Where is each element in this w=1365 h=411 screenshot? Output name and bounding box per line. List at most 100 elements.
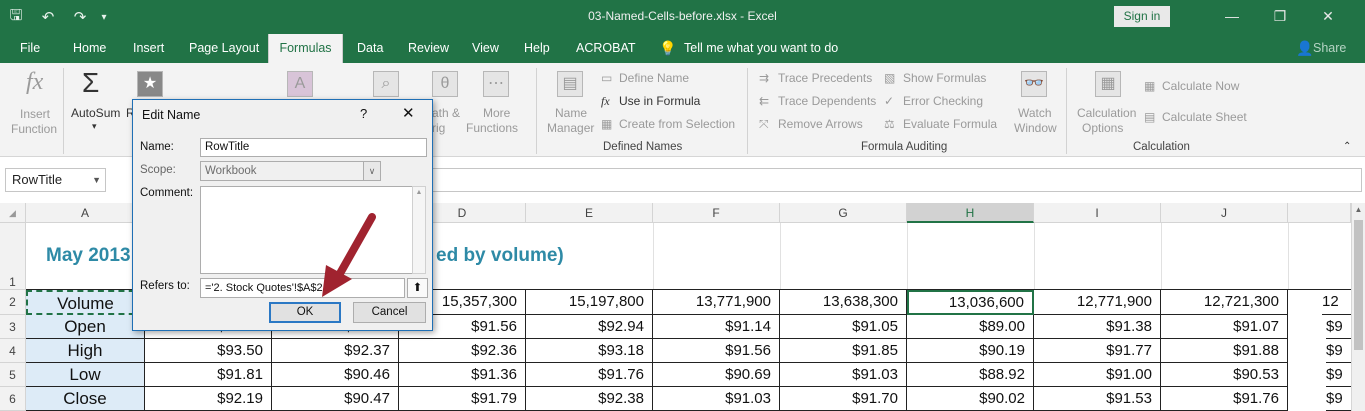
row-header-4[interactable]: 4	[0, 339, 26, 363]
cell-j4[interactable]: $91.88	[1161, 339, 1288, 363]
cell-d5[interactable]: $91.36	[399, 363, 526, 387]
trace-precedents-button[interactable]: Trace Precedents	[778, 71, 872, 85]
column-header-h[interactable]: H	[907, 203, 1034, 223]
cell-g2[interactable]: 13,638,300	[780, 290, 907, 315]
trace-dependents-button[interactable]: Trace Dependents	[778, 94, 876, 108]
dialog-help-button[interactable]: ?	[360, 106, 367, 121]
remove-arrows-icon[interactable]: ⤧	[759, 117, 769, 132]
calculation-options-label-1[interactable]: Calculation	[1077, 106, 1136, 120]
cell-b6[interactable]: $92.19	[145, 387, 272, 411]
cell-j3[interactable]: $91.07	[1161, 315, 1288, 339]
formula-input[interactable]	[432, 168, 1362, 192]
cell-h3[interactable]: $89.00	[907, 315, 1034, 339]
share-button[interactable]: Share	[1313, 34, 1346, 63]
select-all-corner[interactable]: ◢	[0, 203, 26, 223]
cell-j6[interactable]: $91.76	[1161, 387, 1288, 411]
cell-h5[interactable]: $88.92	[907, 363, 1034, 387]
cell-f6[interactable]: $91.03	[653, 387, 780, 411]
cell-b4[interactable]: $93.50	[145, 339, 272, 363]
cell-i3[interactable]: $91.38	[1034, 315, 1161, 339]
scope-select[interactable]: Workbook ∨	[200, 161, 381, 181]
cell-e5[interactable]: $91.76	[526, 363, 653, 387]
cell-f4[interactable]: $91.56	[653, 339, 780, 363]
row-header-3[interactable]: 3	[0, 315, 26, 339]
trace-precedents-icon[interactable]: ⇉	[759, 71, 769, 85]
tab-file[interactable]: File	[20, 34, 40, 63]
cell-i4[interactable]: $91.77	[1034, 339, 1161, 363]
minimize-icon[interactable]: —	[1208, 0, 1256, 34]
column-header-a[interactable]: A	[26, 203, 145, 223]
watch-window-label-1[interactable]: Watch	[1018, 106, 1052, 120]
row-header-6[interactable]: 6	[0, 387, 26, 411]
show-formulas-icon[interactable]: ▧	[884, 71, 895, 85]
sign-in-button[interactable]: Sign in	[1114, 6, 1170, 27]
cell-i2[interactable]: 12,771,900	[1034, 290, 1161, 315]
cell-d4[interactable]: $92.36	[399, 339, 526, 363]
calculate-now-icon[interactable]: ▦	[1144, 79, 1155, 93]
evaluate-formula-icon[interactable]: ⚖	[884, 117, 895, 131]
use-in-formula-button[interactable]: Use in Formula	[619, 94, 700, 108]
row-label-close[interactable]: Close	[26, 387, 145, 411]
cell-f3[interactable]: $91.14	[653, 315, 780, 339]
insert-function-label-1[interactable]: Insert	[20, 107, 50, 121]
name-box-dropdown-icon[interactable]: ▼	[92, 169, 101, 191]
tab-acrobat[interactable]: ACROBAT	[576, 34, 636, 63]
sheet-title-cell[interactable]: May 2013	[46, 245, 131, 267]
ok-button[interactable]: OK	[269, 302, 341, 323]
cell-c5[interactable]: $90.46	[272, 363, 399, 387]
cell-c6[interactable]: $90.47	[272, 387, 399, 411]
name-manager-icon[interactable]: ▤	[557, 71, 583, 97]
collapse-dialog-icon[interactable]: ⬆	[407, 278, 428, 298]
lookup-icon[interactable]: ⌕	[373, 71, 399, 97]
scroll-thumb[interactable]	[1354, 220, 1363, 350]
comment-scrollbar[interactable]: ▲	[412, 186, 426, 274]
name-manager-label-1[interactable]: Name	[555, 106, 587, 120]
cell-k4-partial[interactable]: $9	[1326, 339, 1351, 363]
dialog-close-button[interactable]: ✕	[402, 104, 415, 122]
cancel-button[interactable]: Cancel	[353, 302, 426, 323]
tab-insert[interactable]: Insert	[133, 34, 164, 63]
row-label-high[interactable]: High	[26, 339, 145, 363]
cell-e4[interactable]: $93.18	[526, 339, 653, 363]
more-functions-label-2[interactable]: Functions	[466, 121, 518, 135]
column-header-g[interactable]: G	[780, 203, 907, 223]
column-header-i[interactable]: I	[1034, 203, 1161, 223]
cell-g5[interactable]: $91.03	[780, 363, 907, 387]
calculator-icon[interactable]: ▦	[1095, 71, 1121, 97]
autosum-dropdown-icon[interactable]: ▾	[92, 121, 97, 132]
close-window-icon[interactable]: ✕	[1304, 0, 1352, 34]
cell-h4[interactable]: $90.19	[907, 339, 1034, 363]
create-from-selection-button[interactable]: Create from Selection	[619, 117, 735, 131]
remove-arrows-button[interactable]: Remove Arrows	[778, 117, 863, 131]
calculation-options-label-2[interactable]: Options	[1082, 121, 1123, 135]
scroll-up-icon[interactable]: ▲	[1352, 205, 1365, 214]
watch-window-label-2[interactable]: Window	[1014, 121, 1057, 135]
create-from-selection-icon[interactable]: ▦	[601, 117, 612, 131]
cell-h6[interactable]: $90.02	[907, 387, 1034, 411]
cell-e2[interactable]: 15,197,800	[526, 290, 653, 315]
column-header-f[interactable]: F	[653, 203, 780, 223]
define-name-button[interactable]: Define Name	[619, 71, 689, 85]
calculate-now-button[interactable]: Calculate Now	[1162, 79, 1239, 93]
cell-g4[interactable]: $91.85	[780, 339, 907, 363]
evaluate-formula-button[interactable]: Evaluate Formula	[903, 117, 997, 131]
cell-g3[interactable]: $91.05	[780, 315, 907, 339]
math-trig-label-2[interactable]: rig	[432, 121, 445, 135]
cell-c4[interactable]: $92.37	[272, 339, 399, 363]
insert-function-icon[interactable]: fx	[26, 69, 43, 96]
watch-window-icon[interactable]: 👓	[1021, 71, 1047, 97]
row-label-open[interactable]: Open	[26, 315, 145, 339]
row-header-1[interactable]: 1	[0, 223, 26, 290]
calculate-sheet-button[interactable]: Calculate Sheet	[1162, 110, 1247, 124]
cell-k6-partial[interactable]: $9	[1326, 387, 1351, 411]
error-checking-button[interactable]: Error Checking	[903, 94, 983, 108]
scope-dropdown-icon[interactable]: ∨	[363, 161, 381, 181]
cell-f2[interactable]: 13,771,900	[653, 290, 780, 315]
cell-j5[interactable]: $90.53	[1161, 363, 1288, 387]
calculate-sheet-icon[interactable]: ▤	[1144, 110, 1155, 124]
cell-f5[interactable]: $90.69	[653, 363, 780, 387]
name-manager-label-2[interactable]: Manager	[547, 121, 594, 135]
vertical-scrollbar[interactable]: ▲	[1351, 203, 1365, 411]
row-label-low[interactable]: Low	[26, 363, 145, 387]
tell-me-search[interactable]: Tell me what you want to do	[684, 34, 838, 63]
